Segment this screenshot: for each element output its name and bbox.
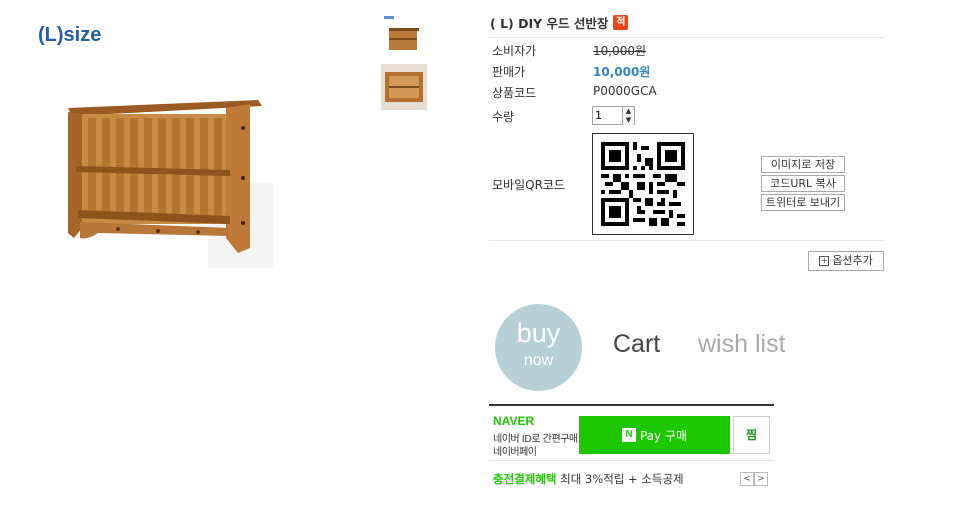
naverpay-desc-2: 네이버페이 [493, 447, 537, 458]
naverpay-buy-label: Pay 구매 [639, 428, 688, 443]
buy-now-label-1: buy [516, 318, 561, 348]
naverpay-buy-button[interactable]: N Pay 구매 [579, 416, 730, 454]
sale-price-label: 판매가 [492, 65, 526, 79]
size-label: (L)size [38, 24, 102, 46]
product-image [68, 100, 273, 268]
benefit-title: 충전결제혜택 [493, 472, 557, 486]
qr-code [592, 133, 694, 235]
thumbnail-2[interactable] [381, 64, 427, 110]
product-code-label: 상품코드 [492, 86, 537, 100]
send-to-twitter-button[interactable]: 트위터로 보내기 [761, 194, 845, 211]
wish-list-button[interactable]: wish list [698, 330, 786, 359]
prev-arrow-icon[interactable]: < [740, 472, 754, 486]
naverpay-bottom-divider [489, 460, 774, 461]
naver-n-icon: N [621, 428, 636, 442]
naverpay-top-divider [489, 404, 774, 406]
thumbnail-1[interactable] [381, 14, 427, 60]
add-option-label: 옵션추가 [832, 254, 873, 267]
quantity-input[interactable] [593, 107, 625, 124]
cart-button[interactable]: Cart [613, 330, 660, 359]
benefit-pager: < > [740, 472, 768, 486]
product-title-text: ( L) DIY 우드 선반장 [490, 16, 609, 31]
add-option-button[interactable]: + 옵션추가 [808, 251, 884, 271]
product-code: P0000GCA [593, 84, 657, 98]
consumer-price-label: 소비자가 [492, 44, 537, 58]
save-as-image-button[interactable]: 이미지로 저장 [761, 156, 845, 173]
sale-price: 10,000원 [593, 65, 651, 79]
naver-logo: NAVER [493, 414, 535, 428]
buy-now-label-2: now [523, 352, 554, 369]
naverpay-wish-button[interactable]: 찜 [733, 416, 770, 454]
plus-icon: + [819, 256, 830, 266]
next-arrow-icon[interactable]: > [754, 472, 768, 486]
copy-code-url-button[interactable]: 코드URL 복사 [761, 175, 845, 192]
info-divider [489, 240, 884, 241]
title-divider [489, 37, 884, 38]
naverpay-benefit: 충전결제혜택 최대 3%적립 + 소득공제 [493, 471, 684, 487]
qr-code-label: 모바일QR코드 [492, 178, 565, 192]
product-title: ( L) DIY 우드 선반장 적 [490, 13, 629, 32]
quantity-label: 수량 [492, 110, 515, 124]
benefit-text: 최대 3%적립 + 소득공제 [560, 472, 684, 486]
quantity-down-button[interactable]: ▼ [622, 116, 634, 125]
reward-badge: 적 [613, 15, 629, 30]
quantity-stepper: ▲ ▼ [592, 106, 635, 125]
consumer-price: 10,000원 [593, 44, 647, 58]
buy-now-button[interactable]: buy now [495, 304, 582, 391]
qr-code-image [601, 142, 685, 226]
